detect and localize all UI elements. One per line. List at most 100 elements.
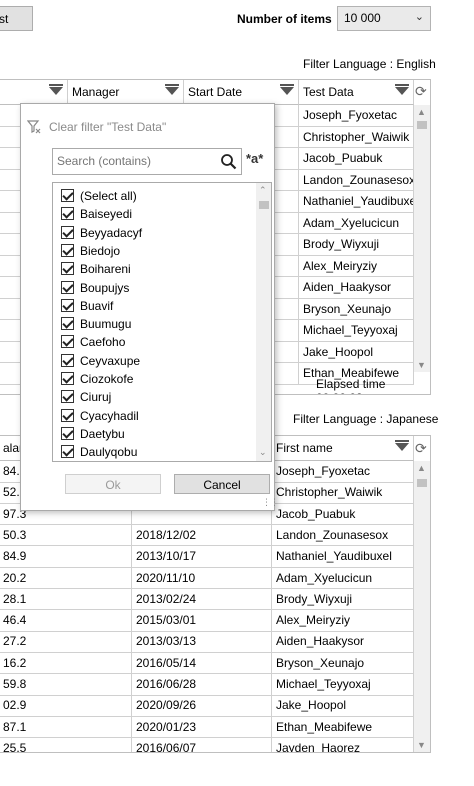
checkbox-checked[interactable] (61, 207, 74, 221)
table-cell-salary[interactable]: 02.9 (0, 695, 132, 717)
filter-value-item[interactable]: Caefoho (61, 333, 125, 351)
table-cell-date[interactable]: 2016/06/07 (132, 737, 272, 752)
cancel-button[interactable]: Cancel (174, 474, 270, 494)
table-cell-first-name[interactable]: Landon_Zounasesox (272, 524, 414, 547)
table-cell-date[interactable]: 2020/09/26 (132, 695, 272, 717)
filter-value-item[interactable]: Daulyqobu (61, 443, 137, 461)
checkbox-checked[interactable] (61, 262, 74, 276)
table-cell-salary[interactable]: 46.4 (0, 610, 132, 632)
column-header-prev[interactable] (0, 80, 68, 105)
table-cell-salary[interactable]: 27.2 (0, 631, 132, 653)
table-cell-salary[interactable]: 20.2 (0, 567, 132, 589)
filter-search-input[interactable] (53, 149, 208, 173)
table-cell-first-name[interactable]: Brody_Wiyxuji (272, 588, 414, 611)
scroll-down-icon[interactable]: ▼ (417, 740, 426, 750)
filter-value-item[interactable]: Biedojo (61, 242, 120, 260)
table-cell-test-data[interactable]: Joseph_Fyoxetac (299, 105, 414, 127)
filter-value-item[interactable]: Buumugu (61, 315, 131, 333)
checkbox-checked[interactable] (61, 280, 74, 294)
grid2-scrollbar[interactable]: ▲ ▼ (414, 461, 430, 752)
table-cell-test-data[interactable]: Nathaniel_Yaudibuxel (299, 191, 414, 213)
checkbox-checked[interactable] (61, 372, 74, 385)
filter-icon[interactable] (49, 84, 63, 95)
scroll-up-icon[interactable]: ▲ (417, 107, 426, 117)
checkbox-checked[interactable] (61, 445, 74, 459)
table-cell-test-data[interactable]: Alex_Meiryziy (299, 255, 414, 277)
regex-toggle-button[interactable]: *a* (246, 151, 263, 166)
table-cell-salary[interactable]: 25.5 (0, 737, 132, 752)
filter-icon[interactable] (165, 84, 179, 95)
table-cell-first-name[interactable]: Christopher_Waiwik (272, 482, 414, 504)
table-cell-test-data[interactable]: Jacob_Puabuk (299, 148, 414, 170)
scroll-up-icon[interactable]: ▲ (417, 463, 426, 473)
column-header-test-data[interactable]: Test Data (299, 80, 414, 105)
table-cell-first-name[interactable]: Alex_Meiryziy (272, 610, 414, 632)
resize-grip-icon[interactable]: ⋮⋮ (262, 497, 279, 508)
table-cell-date[interactable]: 2018/12/02 (132, 524, 272, 547)
filter-value-item[interactable]: Ciuruj (61, 388, 111, 406)
scroll-down-icon[interactable]: ⌄ (259, 447, 267, 458)
table-cell-first-name[interactable]: Jacob_Puabuk (272, 503, 414, 526)
column-header-first-name[interactable]: First name (272, 436, 414, 461)
filter-value-item[interactable]: Beyyadacyf (61, 224, 142, 242)
checkbox-checked[interactable] (61, 353, 74, 367)
table-cell-first-name[interactable]: Adam_Xyelucicun (272, 567, 414, 589)
checkbox-checked[interactable] (61, 243, 74, 257)
checkbox-checked[interactable] (61, 225, 74, 239)
refresh-icon[interactable]: ⟳ (415, 83, 427, 100)
clear-filter-button[interactable]: Clear filter "Test Data" (26, 117, 166, 134)
filter-icon[interactable] (395, 84, 409, 95)
table-cell-date[interactable]: 2013/10/17 (132, 546, 272, 568)
scroll-thumb[interactable] (417, 121, 427, 129)
table-cell-first-name[interactable]: Nathaniel_Yaudibuxel (272, 546, 414, 568)
filter-value-item[interactable]: Buavif (61, 297, 113, 315)
table-cell-date[interactable]: 2016/05/14 (132, 652, 272, 675)
filter-value-item[interactable]: Ceyvaxupe (61, 352, 140, 370)
table-cell-first-name[interactable]: Jayden_Haorez (272, 737, 414, 752)
column-header-start-date[interactable]: Start Date (184, 80, 299, 105)
filter-value-item[interactable]: Cyacyhadil (61, 407, 139, 425)
grid1-scrollbar[interactable]: ▲ ▼ (414, 105, 430, 372)
table-cell-salary[interactable]: 59.8 (0, 674, 132, 696)
table-cell-date[interactable]: 2013/03/13 (132, 631, 272, 653)
table-cell-test-data[interactable]: Christopher_Waiwik (299, 126, 414, 148)
checkbox-checked[interactable] (61, 426, 74, 440)
scroll-up-icon[interactable]: ⌃ (259, 185, 267, 196)
checkbox-checked[interactable] (61, 298, 74, 312)
checkbox-checked[interactable] (61, 335, 74, 349)
checkbox-checked[interactable] (61, 189, 74, 202)
table-cell-test-data[interactable]: Brody_Wiyxuji (299, 234, 414, 256)
filter-value-item[interactable]: (Select all) (61, 187, 137, 205)
test-button[interactable]: st (0, 6, 33, 31)
table-cell-salary[interactable]: 84.9 (0, 546, 132, 568)
table-cell-first-name[interactable]: Michael_Teyyoxaj (272, 674, 414, 696)
table-cell-salary[interactable]: 28.1 (0, 588, 132, 611)
table-cell-test-data[interactable]: Jake_Hoopol (299, 341, 414, 363)
table-cell-test-data[interactable]: Michael_Teyyoxaj (299, 320, 414, 342)
table-cell-date[interactable]: 2015/03/01 (132, 610, 272, 632)
ok-button[interactable]: Ok (65, 474, 161, 494)
table-cell-date[interactable]: 2013/02/24 (132, 588, 272, 611)
table-cell-date[interactable]: 2016/06/28 (132, 674, 272, 696)
filter-icon[interactable] (280, 84, 294, 95)
filter-value-item[interactable]: Ciozokofe (61, 370, 133, 388)
checkbox-checked[interactable] (61, 390, 74, 404)
column-header-manager[interactable]: Manager (68, 80, 184, 105)
table-cell-first-name[interactable]: Ethan_Meabifewe (272, 716, 414, 739)
table-cell-salary[interactable]: 50.3 (0, 524, 132, 547)
table-cell-first-name[interactable]: Aiden_Haakysor (272, 631, 414, 653)
table-cell-first-name[interactable]: Bryson_Xeunajo (272, 652, 414, 675)
table-cell-test-data[interactable]: Bryson_Xeunajo (299, 298, 414, 320)
filter-value-item[interactable]: Baiseyedi (61, 205, 132, 223)
table-cell-first-name[interactable]: Jake_Hoopol (272, 695, 414, 717)
filter-value-item[interactable]: Boihareni (61, 260, 131, 278)
table-cell-salary[interactable]: 87.1 (0, 716, 132, 739)
refresh-icon[interactable]: ⟳ (415, 440, 427, 457)
table-cell-date[interactable]: 2020/11/10 (132, 567, 272, 589)
scroll-thumb[interactable] (259, 201, 269, 209)
table-cell-test-data[interactable]: Aiden_Haakysor (299, 277, 414, 299)
table-cell-test-data[interactable]: Landon_Zounasesox (299, 169, 414, 191)
filter-value-item[interactable]: Boupujys (61, 279, 129, 297)
filter-search-box[interactable] (52, 148, 242, 175)
filter-icon[interactable] (395, 440, 409, 451)
